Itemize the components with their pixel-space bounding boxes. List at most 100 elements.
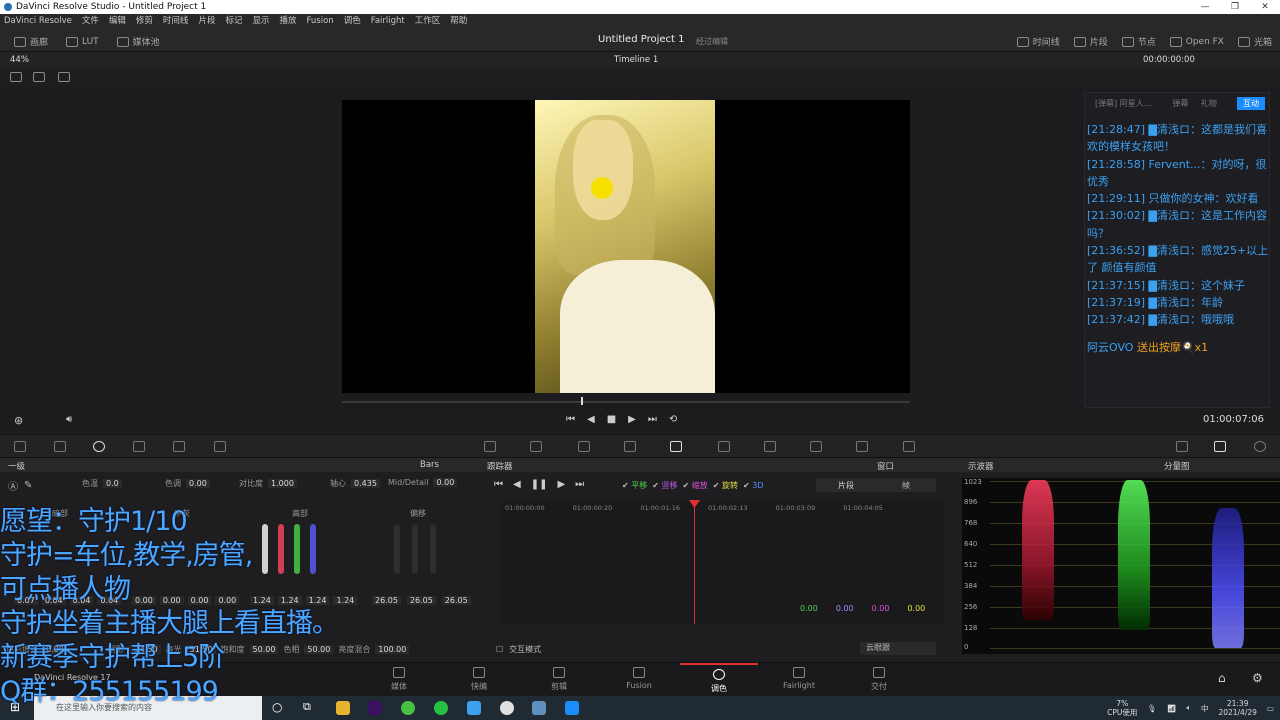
3d-check[interactable]: ✔ 3D [743, 481, 764, 490]
menu-item[interactable]: 文件 [82, 14, 99, 28]
speed-icon[interactable]: ⊛ [14, 414, 23, 427]
home-icon[interactable]: ⌂ [1218, 671, 1226, 685]
menu-item[interactable]: 标记 [225, 14, 242, 28]
clips-button[interactable]: 片段 [1073, 35, 1108, 48]
key-icon[interactable] [810, 441, 822, 452]
chat-tab-danmu[interactable]: 弹幕 [1172, 99, 1188, 108]
menu-item[interactable]: 帮助 [450, 14, 467, 28]
chat-tab-gifts[interactable]: 礼物 [1201, 99, 1217, 108]
rgb-mixer-icon[interactable] [173, 441, 185, 452]
curves-icon[interactable] [484, 441, 496, 452]
temp-value[interactable]: 0.0 [103, 479, 122, 488]
menu-item[interactable]: Fusion [307, 14, 334, 28]
media-pool-button[interactable]: 媒体池 [116, 35, 160, 48]
interactive-mode-checkbox[interactable]: ☐ [496, 645, 503, 654]
tracker-dropdown[interactable]: 云眼跟 [860, 642, 936, 655]
track-forward-end-icon[interactable]: ⏭ [575, 479, 584, 490]
color-match-icon[interactable] [54, 441, 66, 452]
app-icon-blue[interactable] [565, 701, 579, 715]
network-icon[interactable]: 📶︎ [1167, 704, 1177, 713]
pan-check[interactable]: ✔ 平移 [622, 480, 647, 491]
timeline-button[interactable]: 时间线 [1016, 35, 1060, 48]
info-icon[interactable] [1254, 441, 1266, 452]
tab-frame[interactable]: 帧 [876, 480, 936, 491]
play-reverse-icon[interactable]: ◀ [587, 414, 595, 425]
tracker-playhead[interactable] [694, 500, 695, 624]
settings-icon[interactable]: ⚙ [1252, 671, 1263, 685]
timeline-name[interactable]: Timeline 1 [614, 55, 658, 65]
motion-effects-icon[interactable] [214, 441, 226, 452]
speaker-icon[interactable]: 🔈︎ [1186, 703, 1191, 713]
cpu-meter[interactable]: 7% CPU使用 [1107, 699, 1137, 717]
ime-indicator[interactable]: 中 [1201, 703, 1209, 714]
tint-value[interactable]: 0.00 [186, 479, 210, 488]
lightbox-button[interactable]: 光箱 [1237, 35, 1272, 48]
zoom-level[interactable]: 44% [10, 55, 29, 65]
track-forward-icon[interactable]: ▶ [557, 479, 565, 490]
viewer-scrubber[interactable] [342, 401, 910, 403]
color-wheels-icon[interactable] [93, 441, 105, 452]
layout-icon[interactable] [10, 72, 22, 82]
resolve-icon[interactable] [532, 701, 546, 715]
blur-icon[interactable] [764, 441, 776, 452]
camera-raw-icon[interactable] [14, 441, 26, 452]
menu-item[interactable]: 编辑 [109, 14, 126, 28]
scope-mode-select[interactable]: 分量图 [1164, 460, 1190, 472]
loop-icon[interactable]: ⟲ [669, 414, 677, 425]
track-back-start-icon[interactable]: ⏮ [494, 479, 503, 490]
mic-icon[interactable]: 🎙︎ [1147, 704, 1157, 713]
mid-detail-value[interactable]: 0.00 [433, 478, 458, 487]
pivot-value[interactable]: 0.435 [351, 479, 380, 488]
track-pause-icon[interactable]: ❚❚ [531, 479, 548, 490]
primaries-mode[interactable]: Bars [420, 460, 439, 470]
color-warper-icon[interactable] [530, 441, 542, 452]
viewer-playhead[interactable] [581, 397, 583, 405]
chat-interact-button[interactable]: 互动 [1237, 97, 1265, 110]
tab-clip[interactable]: 片段 [816, 480, 876, 491]
obs-icon[interactable] [500, 701, 514, 715]
maximize-button[interactable]: ❐ [1220, 0, 1250, 14]
close-button[interactable]: ✕ [1250, 0, 1280, 14]
tracker-icon[interactable] [670, 441, 682, 452]
menu-item[interactable]: 工作区 [415, 14, 441, 28]
stop-icon[interactable]: ■ [607, 414, 616, 425]
notification-icon[interactable]: ▭ [1267, 704, 1274, 713]
qualifier-icon[interactable] [578, 441, 590, 452]
picker-icon[interactable]: ✎ [24, 480, 32, 491]
page-fairlight[interactable]: Fairlight [760, 667, 838, 690]
menu-item[interactable]: 时间线 [163, 14, 189, 28]
nodes-button[interactable]: 节点 [1121, 35, 1156, 48]
grid-icon[interactable] [33, 72, 45, 82]
3d-icon[interactable] [903, 441, 915, 452]
skip-start-icon[interactable]: ⏮ [566, 414, 575, 425]
menu-item[interactable]: 修剪 [136, 14, 153, 28]
page-deliver[interactable]: 交付 [840, 667, 918, 692]
page-fusion[interactable]: Fusion [600, 667, 678, 690]
play-icon[interactable]: ▶ [628, 414, 636, 425]
magic-icon[interactable] [58, 72, 70, 82]
sizing-icon[interactable] [856, 441, 868, 452]
menu-item[interactable]: 调色 [344, 14, 361, 28]
tracker-window-select[interactable]: 窗口 [877, 460, 894, 472]
auto-balance-icon[interactable]: Ⓐ [8, 478, 18, 493]
hdr-icon[interactable] [133, 441, 145, 452]
keyframes-icon[interactable] [1176, 441, 1188, 452]
scopes-icon[interactable] [1214, 441, 1226, 452]
rotate-check[interactable]: ✔ 旋转 [713, 480, 738, 491]
menu-item[interactable]: Fairlight [371, 14, 405, 28]
menu-item[interactable]: DaVinci Resolve [4, 14, 72, 28]
magic-mask-icon[interactable] [718, 441, 730, 452]
window-icon[interactable] [624, 441, 636, 452]
page-color[interactable]: 调色 [680, 663, 758, 697]
menu-item[interactable]: 片段 [198, 14, 215, 28]
tracker-graph[interactable]: 01:00:00:00 01:00:00:20 01:00:01:16 01:0… [500, 502, 945, 624]
menu-item[interactable]: 播放 [279, 14, 296, 28]
zoom-check[interactable]: ✔ 缩放 [683, 480, 708, 491]
minimize-button[interactable]: — [1190, 0, 1220, 14]
track-back-icon[interactable]: ◀ [513, 479, 521, 490]
tilt-check[interactable]: ✔ 竖移 [652, 480, 677, 491]
clock[interactable]: 21:39 2021/4/29 [1218, 699, 1256, 717]
contrast-value[interactable]: 1.000 [268, 479, 297, 488]
openfx-button[interactable]: Open FX [1169, 36, 1224, 47]
menu-item[interactable]: 显示 [252, 14, 269, 28]
